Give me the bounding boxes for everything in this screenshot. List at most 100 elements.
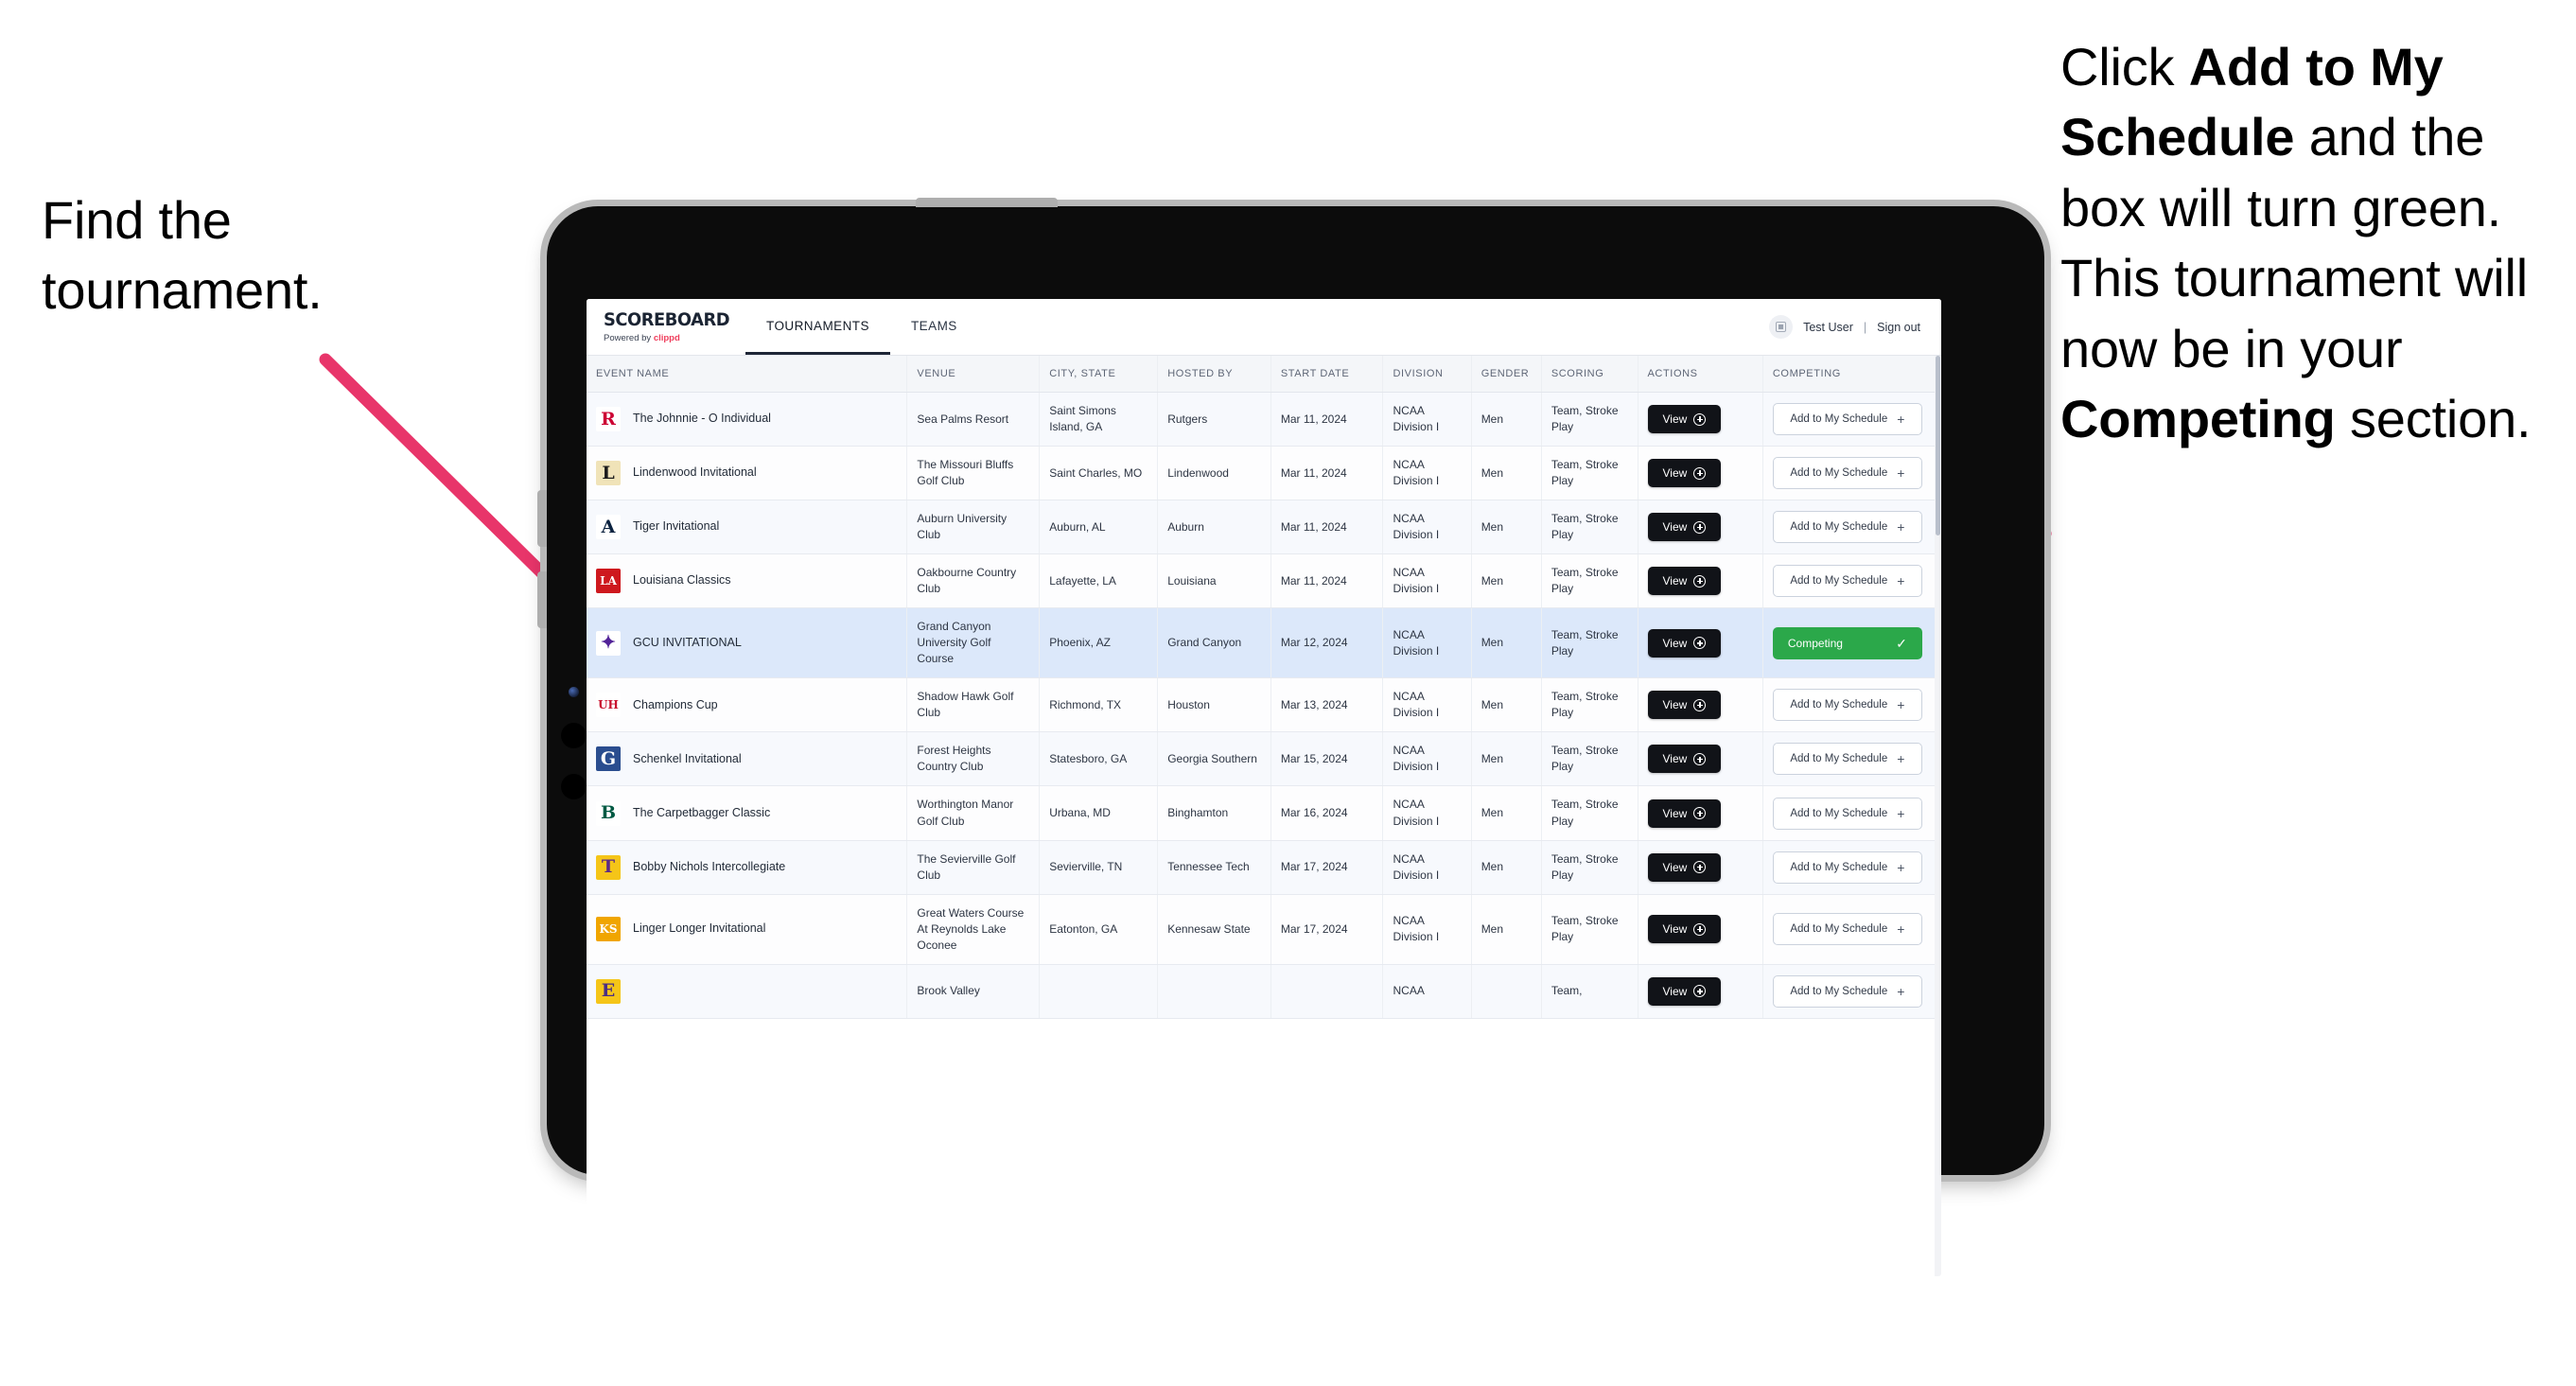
column-header-hosted-by[interactable]: HOSTED BY bbox=[1157, 356, 1271, 393]
volume-down-button[interactable] bbox=[537, 571, 547, 628]
add-to-my-schedule-button[interactable]: Add to My Schedule + bbox=[1772, 913, 1922, 946]
add-to-my-schedule-button[interactable]: Add to My Schedule + bbox=[1772, 797, 1922, 830]
add-to-my-schedule-button[interactable]: Add to My Schedule + bbox=[1772, 457, 1922, 490]
table-row[interactable]: L Lindenwood Invitational The Missouri Blu… bbox=[587, 446, 1941, 501]
event-name-label: Tiger Invitational bbox=[633, 519, 720, 534]
add-to-my-schedule-button[interactable]: Add to My Schedule + bbox=[1772, 974, 1922, 1008]
view-button[interactable]: View bbox=[1647, 915, 1722, 944]
event-cell: R The Johnnie - O Individual bbox=[596, 407, 897, 432]
column-header-gender[interactable]: GENDER bbox=[1471, 356, 1542, 393]
event-name-label: Linger Longer Invitational bbox=[633, 921, 766, 936]
table-row[interactable]: A Tiger Invitational Auburn University Clu… bbox=[587, 500, 1941, 555]
view-button[interactable]: View bbox=[1647, 745, 1722, 774]
cell-city-state: Sevierville, TN bbox=[1039, 840, 1159, 895]
table-row[interactable]: T Bobby Nichols Intercollegiate The Sevier… bbox=[587, 840, 1941, 895]
plus-icon: + bbox=[1897, 697, 1905, 713]
table-row[interactable]: UH Champions Cup Shadow Hawk Golf Club Rich… bbox=[587, 677, 1941, 733]
cell-division: NCAA Division I bbox=[1382, 500, 1472, 555]
add-to-my-schedule-button[interactable]: Add to My Schedule + bbox=[1772, 851, 1922, 884]
tab-tournaments[interactable]: TOURNAMENTS bbox=[745, 299, 890, 355]
column-header-competing[interactable]: COMPETING bbox=[1762, 356, 1941, 393]
cell-event-name: A Tiger Invitational bbox=[587, 500, 908, 555]
cell-city-state: Richmond, TX bbox=[1039, 677, 1159, 733]
view-button-label: View bbox=[1662, 698, 1688, 712]
clippd-wordmark: clippd bbox=[653, 332, 680, 343]
user-grid-icon[interactable] bbox=[1769, 315, 1794, 339]
cell-event-name: KS Linger Longer Invitational bbox=[587, 894, 908, 965]
add-to-my-schedule-label: Add to My Schedule bbox=[1790, 985, 1888, 997]
competing-label: Competing bbox=[1787, 636, 1843, 650]
column-header-division[interactable]: DIVISION bbox=[1382, 356, 1472, 393]
cell-venue: Oakbourne Country Club bbox=[906, 553, 1041, 609]
team-logo-icon: G bbox=[596, 746, 621, 772]
competing-badge[interactable]: Competing ✓ bbox=[1772, 626, 1922, 659]
view-button[interactable]: View bbox=[1647, 628, 1722, 658]
table-row[interactable]: G Schenkel Invitational Forest Heights Cou… bbox=[587, 731, 1941, 787]
cell-competing: Add to My Schedule + bbox=[1762, 677, 1941, 733]
page-scrollbar[interactable] bbox=[1935, 356, 1941, 1276]
cell-venue: Auburn University Club bbox=[906, 500, 1041, 555]
table-row[interactable]: B The Carpetbagger Classic Worthington Man… bbox=[587, 785, 1941, 841]
user-name[interactable]: Test User bbox=[1803, 321, 1853, 334]
cell-scoring: Team, Stroke Play bbox=[1541, 607, 1638, 679]
add-to-my-schedule-label: Add to My Schedule bbox=[1790, 861, 1888, 873]
cell-city-state: Auburn, AL bbox=[1039, 500, 1159, 555]
table-row[interactable]: R The Johnnie - O Individual Sea Palms Res… bbox=[587, 392, 1941, 447]
add-to-my-schedule-button[interactable]: Add to My Schedule + bbox=[1772, 565, 1922, 598]
cell-competing: Add to My Schedule + bbox=[1762, 500, 1941, 555]
view-button[interactable]: View bbox=[1647, 976, 1722, 1006]
view-button[interactable]: View bbox=[1647, 567, 1722, 596]
cell-gender: Men bbox=[1471, 785, 1542, 841]
column-header-start-date[interactable]: START DATE bbox=[1270, 356, 1384, 393]
plus-icon: + bbox=[1897, 805, 1905, 821]
cell-start-date: Mar 13, 2024 bbox=[1270, 677, 1384, 733]
cell-city-state: Lafayette, LA bbox=[1039, 553, 1159, 609]
column-header-scoring[interactable]: SCORING bbox=[1541, 356, 1638, 393]
table-row[interactable]: KS Linger Longer Invitational Great Waters… bbox=[587, 894, 1941, 965]
add-to-my-schedule-button[interactable]: Add to My Schedule + bbox=[1772, 743, 1922, 776]
sign-out-link[interactable]: Sign out bbox=[1877, 321, 1920, 334]
view-button[interactable]: View bbox=[1647, 459, 1722, 488]
cell-scoring: Team, bbox=[1541, 964, 1638, 1019]
event-cell: UH Champions Cup bbox=[596, 693, 897, 718]
cell-start-date: Mar 11, 2024 bbox=[1270, 446, 1384, 501]
cell-gender bbox=[1471, 964, 1542, 1019]
tab-teams[interactable]: TEAMS bbox=[890, 299, 978, 355]
cell-event-name: E bbox=[587, 964, 908, 1019]
view-button[interactable]: View bbox=[1647, 852, 1722, 882]
event-name-label: GCU INVITATIONAL bbox=[633, 635, 742, 649]
column-header-actions[interactable]: ACTIONS bbox=[1638, 356, 1763, 393]
event-cell: B The Carpetbagger Classic bbox=[596, 800, 897, 826]
column-header-city-state[interactable]: CITY, STATE bbox=[1039, 356, 1159, 393]
cell-gender: Men bbox=[1471, 446, 1542, 501]
cell-actions: View bbox=[1638, 392, 1763, 447]
add-to-my-schedule-button[interactable]: Add to My Schedule + bbox=[1772, 403, 1922, 436]
view-button[interactable]: View bbox=[1647, 798, 1722, 828]
table-body: R The Johnnie - O Individual Sea Palms Res… bbox=[587, 392, 1941, 1019]
team-logo-icon: E bbox=[596, 978, 621, 1004]
view-button[interactable]: View bbox=[1647, 405, 1722, 434]
column-header-event-name[interactable]: EVENT NAME bbox=[587, 356, 908, 393]
add-to-my-schedule-button[interactable]: Add to My Schedule + bbox=[1772, 511, 1922, 544]
plus-icon: + bbox=[1897, 751, 1905, 767]
table-row[interactable]: LA Louisiana Classics Oakbourne Country Cl… bbox=[587, 553, 1941, 609]
volume-up-button[interactable] bbox=[537, 490, 547, 547]
table-row[interactable]: ✦ GCU INVITATIONAL Grand Canyon University… bbox=[587, 607, 1941, 679]
column-header-venue[interactable]: VENUE bbox=[906, 356, 1041, 393]
view-button[interactable]: View bbox=[1647, 513, 1722, 542]
cell-city-state: Urbana, MD bbox=[1039, 785, 1159, 841]
add-to-my-schedule-button[interactable]: Add to My Schedule + bbox=[1772, 689, 1922, 722]
cell-start-date: Mar 17, 2024 bbox=[1270, 894, 1384, 965]
power-button[interactable] bbox=[916, 198, 1058, 207]
scrollbar-thumb[interactable] bbox=[1936, 356, 1940, 535]
table-row[interactable]: E Brook Valley NCAA Team, View Add to My Sche… bbox=[587, 964, 1941, 1019]
cell-division: NCAA Division I bbox=[1382, 785, 1472, 841]
view-button[interactable]: View bbox=[1647, 691, 1722, 720]
brand-logo[interactable]: SCOREBOARD Powered by clippd bbox=[604, 299, 730, 355]
event-name-label: The Johnnie - O Individual bbox=[633, 412, 771, 426]
add-to-my-schedule-label: Add to My Schedule bbox=[1790, 807, 1888, 819]
brand-title: SCOREBOARD bbox=[604, 308, 730, 330]
cell-venue: The Sevierville Golf Club bbox=[906, 840, 1041, 895]
cell-actions: View bbox=[1638, 500, 1763, 555]
cell-event-name: LA Louisiana Classics bbox=[587, 553, 908, 609]
